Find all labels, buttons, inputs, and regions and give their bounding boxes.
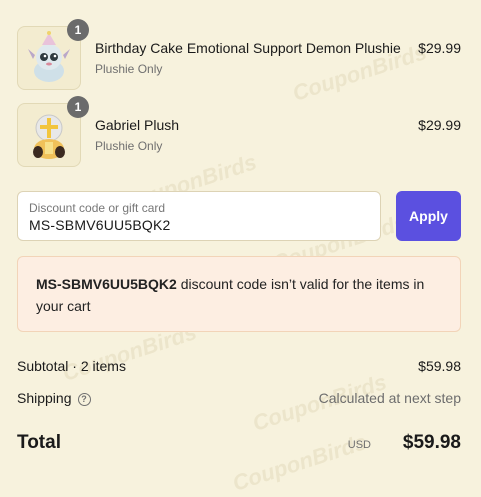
error-code: MS-SBMV6UU5BQK2 [36, 276, 177, 292]
item-thumbnail: 1 [17, 96, 89, 167]
help-icon[interactable]: ? [77, 393, 91, 406]
quantity-badge: 1 [67, 19, 89, 41]
item-name: Gabriel Plush [95, 117, 180, 133]
cart-item: 1 Birthday Cake Emotional Support Demon … [17, 19, 461, 90]
item-variant: Plushie Only [95, 139, 163, 153]
shipping-row: Shipping? Calculated at next step [17, 390, 461, 406]
item-variant: Plushie Only [95, 62, 163, 76]
item-price: $29.99 [418, 117, 461, 133]
discount-error-message: MS-SBMV6UU5BQK2 discount code isn’t vali… [17, 256, 461, 332]
quantity-badge: 1 [67, 96, 89, 118]
item-name: Birthday Cake Emotional Support Demon Pl… [95, 40, 401, 56]
cart-item: 1 Gabriel Plush Plushie Only $29.99 [17, 96, 461, 167]
subtotal-row: Subtotal · 2 items $59.98 [17, 358, 461, 374]
total-currency: USD [347, 439, 371, 451]
total-row: Total USD $59.98 [17, 432, 461, 456]
item-price: $29.99 [418, 40, 461, 56]
total-amount: $59.98 [402, 432, 461, 453]
shipping-label: Shipping [17, 390, 72, 406]
discount-code-value[interactable]: MS-SBMV6UU5BQK2 [29, 217, 170, 233]
subtotal-label: Subtotal · 2 items [17, 358, 126, 374]
subtotal-value: $59.98 [418, 358, 461, 374]
apply-button[interactable]: Apply [396, 191, 461, 241]
discount-code-label: Discount code or gift card [29, 201, 166, 215]
shipping-value: Calculated at next step [318, 390, 461, 406]
total-label: Total [17, 432, 61, 453]
discount-code-input[interactable]: Discount code or gift card MS-SBMV6UU5BQ… [17, 191, 381, 241]
item-thumbnail: 1 [17, 19, 89, 90]
